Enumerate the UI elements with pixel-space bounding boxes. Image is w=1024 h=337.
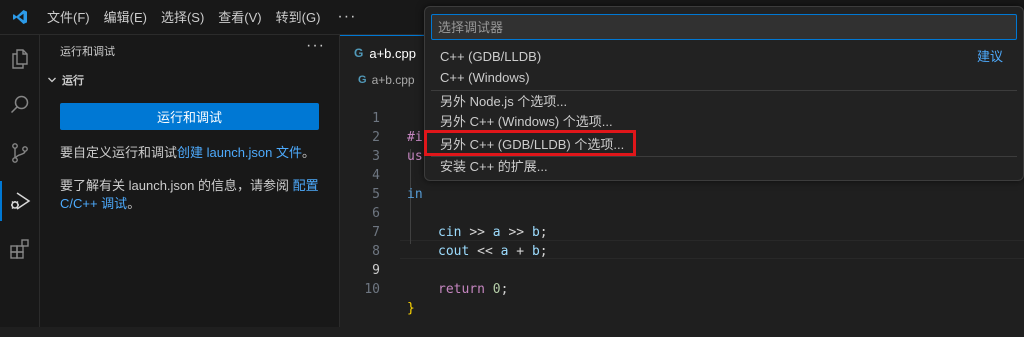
configure-debug-hint: 要了解有关 launch.json 的信息，请参阅 配置 C/C++ 调试。 bbox=[60, 177, 325, 213]
search-icon[interactable] bbox=[0, 85, 40, 125]
run-section-label: 运行 bbox=[62, 75, 84, 87]
quickpick-item-cpp-gdb-lldb[interactable]: C++ (GDB/LLDB) 建议 bbox=[431, 46, 1017, 68]
menu-selection[interactable]: 选择(S) bbox=[154, 0, 211, 35]
code-line: 2 us bbox=[340, 109, 422, 164]
item-label: C++ (Windows) bbox=[440, 70, 530, 85]
menu-edit[interactable]: 编辑(E) bbox=[97, 0, 154, 35]
hint-end: 。 bbox=[302, 145, 316, 160]
run-debug-icon[interactable] bbox=[0, 181, 40, 221]
code-line: 5 bbox=[340, 166, 387, 202]
highlight-annotation bbox=[424, 130, 636, 156]
run-and-debug-button[interactable]: 运行和调试 bbox=[60, 103, 319, 130]
menu-more-button[interactable]: ··· bbox=[327, 0, 366, 35]
tab-a-plus-b-cpp[interactable]: G a+b.cpp bbox=[340, 35, 435, 70]
extensions-icon[interactable] bbox=[0, 229, 40, 269]
quickpick-item-install-extension[interactable]: 安装 C++ 的扩展... bbox=[431, 156, 1017, 178]
code-line: 3 bbox=[340, 128, 387, 164]
configure-link[interactable]: 配置 bbox=[293, 178, 319, 193]
sidebar-title: 运行和调试 bbox=[60, 46, 115, 58]
hint-text: 要了解有关 launch.json 的信息，请参阅 bbox=[60, 178, 289, 193]
run-debug-sidebar: 运行和调试 ··· 运行 运行和调试 要自定义运行和调试创建 launch.js… bbox=[40, 35, 340, 327]
code-line: 1 #i bbox=[340, 90, 422, 145]
code-line: 8 bbox=[340, 223, 387, 259]
code-text: return 0; bbox=[438, 282, 509, 297]
code-text: #i bbox=[407, 130, 423, 145]
launch-json-hint: 要自定义运行和调试创建 launch.json 文件。 bbox=[60, 144, 325, 162]
code-line: 4 in bbox=[340, 147, 422, 202]
item-label: 另外 C++ (Windows) 个选项... bbox=[440, 114, 613, 129]
cpp-file-icon: G bbox=[354, 46, 364, 60]
code-text: cin >> a >> b; bbox=[438, 225, 548, 240]
code-text: } bbox=[407, 301, 415, 316]
hint-text: 要自定义运行和调试 bbox=[60, 145, 178, 160]
create-launch-json-link[interactable]: 创建 launch.json 文件 bbox=[177, 145, 302, 160]
source-control-icon[interactable] bbox=[0, 133, 40, 173]
code-line: 9 return 0; bbox=[340, 242, 508, 297]
code-text: us bbox=[407, 149, 423, 164]
debugger-search-input[interactable] bbox=[431, 14, 1017, 40]
menu-go[interactable]: 转到(G) bbox=[269, 0, 328, 35]
explorer-icon[interactable] bbox=[0, 39, 40, 79]
breadcrumb[interactable]: G a+b.cpp bbox=[358, 73, 415, 87]
tab-label: a+b.cpp bbox=[369, 45, 416, 61]
menu-file[interactable]: 文件(F) bbox=[40, 0, 97, 35]
vscode-logo-icon[interactable] bbox=[0, 0, 40, 35]
activity-bar bbox=[0, 35, 40, 327]
hint-end: 。 bbox=[127, 196, 141, 211]
quickpick-item-cpp-windows[interactable]: C++ (Windows) bbox=[431, 67, 1017, 89]
chevron-down-icon bbox=[44, 72, 60, 88]
sidebar-more-button[interactable]: ··· bbox=[306, 37, 325, 55]
item-label: C++ (GDB/LLDB) bbox=[440, 49, 542, 64]
recommended-tag: 建议 bbox=[976, 49, 1003, 64]
code-line: 6 cin >> a >> b; bbox=[340, 185, 547, 240]
quickpick-item-more-nodejs[interactable]: 另外 Node.js 个选项... bbox=[431, 91, 1017, 113]
item-label: 另外 Node.js 个选项... bbox=[440, 94, 568, 109]
breadcrumb-file: a+b.cpp bbox=[371, 73, 415, 87]
code-line: 7 cout << a + b; bbox=[340, 204, 547, 259]
item-label: 安装 C++ 的扩展... bbox=[440, 159, 548, 174]
menu-view[interactable]: 查看(V) bbox=[211, 0, 268, 35]
code-text: cout << a + b; bbox=[438, 244, 548, 259]
code-line: 10 } bbox=[340, 261, 414, 316]
cpp-debug-link[interactable]: C/C++ 调试 bbox=[60, 196, 127, 211]
cpp-file-icon: G bbox=[358, 74, 367, 86]
run-section-header[interactable]: 运行 bbox=[44, 72, 84, 88]
menu-bar: 文件(F) 编辑(E) 选择(S) 查看(V) 转到(G) ··· bbox=[40, 0, 366, 35]
code-text: in bbox=[407, 187, 423, 202]
line-number: 10 bbox=[364, 282, 380, 297]
